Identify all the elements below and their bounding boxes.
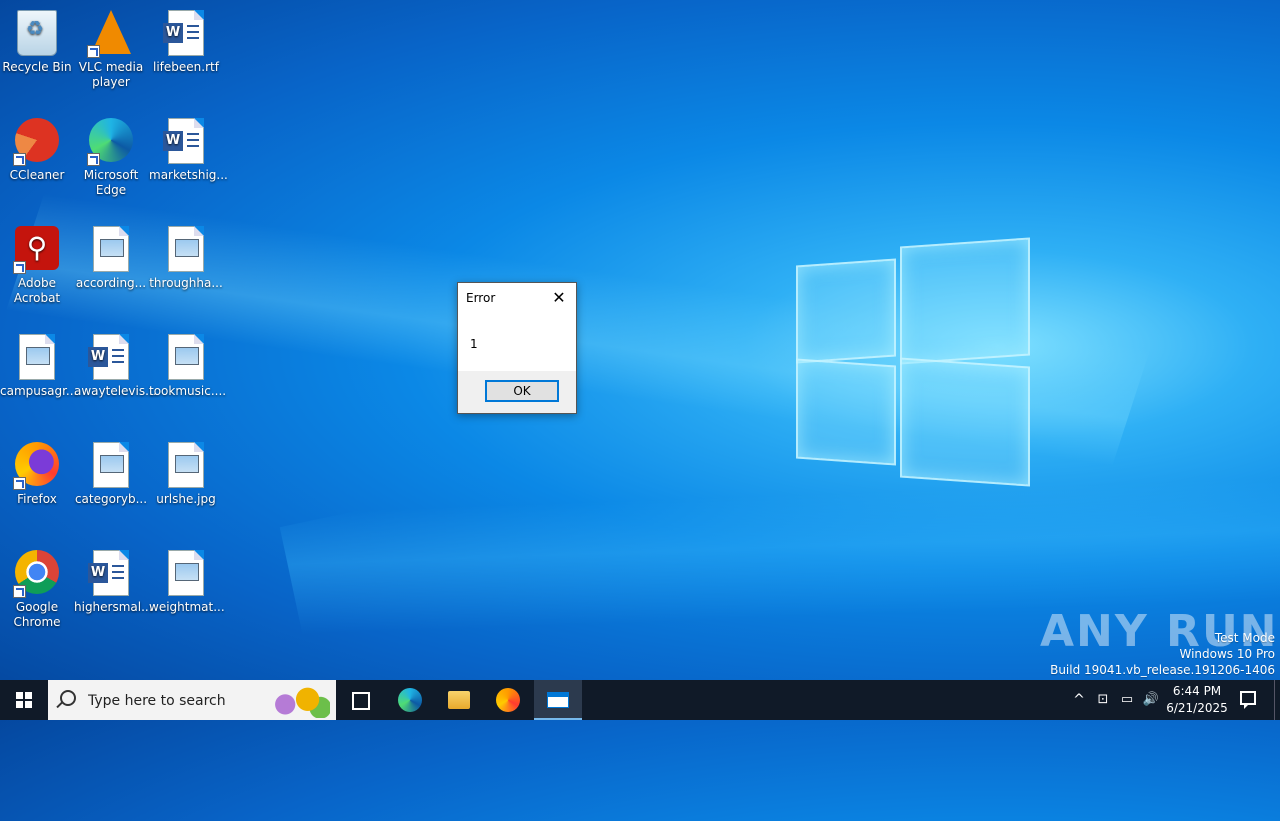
firefox-icon [496,688,520,712]
desktop-icon-adobe-acrobat[interactable]: ⚲ Adobe Acrobat [0,220,74,306]
shortcut-arrow-icon [13,477,26,490]
desktop-icon-weightmat[interactable]: weightmat... [149,544,225,615]
taskbar-active-window-button[interactable] [534,680,582,720]
dialog-message: 1 [470,337,478,351]
desktop-icon-categoryb[interactable]: categoryb... [74,436,148,507]
desktop-icon-urlshe[interactable]: urlshe.jpg [149,436,223,507]
desktop-icon-according[interactable]: according... [74,220,148,291]
volume-icon[interactable]: 🔊 [1140,680,1162,720]
task-view-icon [352,692,370,710]
desktop-icon-marketshig[interactable]: W marketshig... [149,112,228,183]
windows-build-watermark: Test Mode Windows 10 Pro Build 19041.vb_… [1050,631,1275,677]
search-highlight-illustration [266,684,330,718]
error-dialog: Error ✕ 1 OK [457,282,577,414]
security-tray-icon[interactable]: ⊡ [1093,680,1113,720]
network-icon[interactable]: ▭ [1116,680,1138,720]
word-document-icon: W [163,118,204,164]
taskbar-clock[interactable]: 6:44 PM 6/21/2025 [1164,683,1230,717]
taskbar-firefox-button[interactable] [484,680,532,720]
taskbar: ^ ⊡ ▭ 🔊 6:44 PM 6/21/2025 [0,680,1280,720]
shortcut-arrow-icon [13,153,26,166]
edge-icon [398,688,422,712]
wallpaper-windows-logo [796,237,1030,487]
folder-icon [448,691,470,709]
desktop-icon-throughha[interactable]: throughha... [149,220,223,291]
windows-start-icon [16,692,32,708]
taskbar-file-explorer-button[interactable] [435,680,483,720]
show-desktop-button[interactable] [1274,680,1280,720]
desktop-icon-firefox[interactable]: Firefox [0,436,74,507]
desktop-icon-recycle-bin[interactable]: Recycle Bin [0,4,74,75]
desktop-icon-microsoft-edge[interactable]: Microsoft Edge [74,112,148,198]
shortcut-arrow-icon [13,261,26,274]
action-center-button[interactable] [1236,688,1260,712]
image-file-icon [168,442,204,488]
shortcut-arrow-icon [87,153,100,166]
dialog-window-icon [547,692,569,708]
desktop-icon-vlc[interactable]: VLC media player [74,4,148,90]
close-icon[interactable]: ✕ [548,287,570,309]
desktop-icon-highersmal[interactable]: W highersmal... [74,544,153,615]
image-file-icon [168,226,204,272]
clock-time: 6:44 PM [1172,684,1222,698]
shortcut-arrow-icon [87,45,100,58]
clock-date: 6/21/2025 [1166,701,1228,715]
shortcut-arrow-icon [13,585,26,598]
desktop-icon-awaytelevis[interactable]: W awaytelevis... [74,328,157,399]
image-file-icon [93,442,129,488]
taskbar-search-box[interactable] [48,680,336,720]
image-file-icon [168,550,204,596]
word-document-icon: W [88,334,129,380]
dialog-title: Error [466,291,496,305]
image-file-icon [93,226,129,272]
image-file-icon [168,334,204,380]
taskbar-edge-button[interactable] [386,680,434,720]
start-button[interactable] [0,680,48,720]
word-document-icon: W [163,10,204,56]
desktop-icon-campusagr[interactable]: campusagr... [0,328,77,399]
task-view-button[interactable] [336,680,384,720]
desktop-icon-google-chrome[interactable]: Google Chrome [0,544,74,630]
dialog-footer: OK [458,371,576,413]
desktop-icon-ccleaner[interactable]: CCleaner [0,112,74,183]
wallpaper-light-beam [279,319,1280,821]
image-file-icon [19,334,55,380]
notification-icon [1240,691,1256,709]
desktop-icon-tookmusic[interactable]: tookmusic.... [149,328,226,399]
show-hidden-icons-chevron[interactable]: ^ [1068,680,1090,720]
recycle-bin-icon [17,10,57,56]
desktop-icon-lifebeen[interactable]: W lifebeen.rtf [149,4,223,75]
search-input[interactable] [86,690,270,712]
ok-button[interactable]: OK [485,380,559,402]
search-icon [60,690,76,706]
word-document-icon: W [88,550,129,596]
